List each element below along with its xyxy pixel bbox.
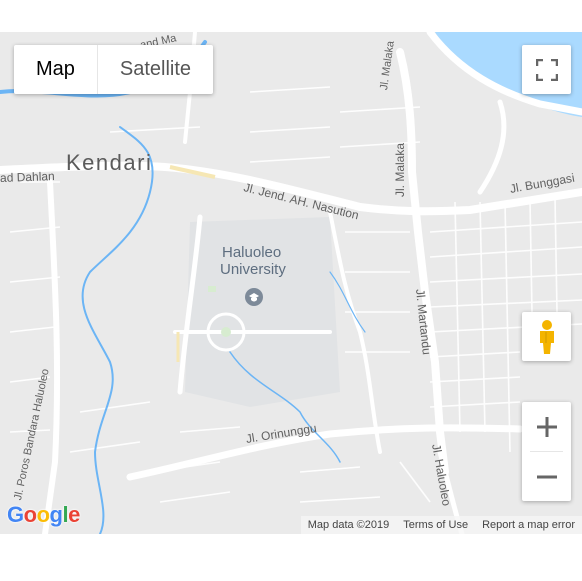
campus-green — [221, 327, 231, 337]
street-view-pegman-button[interactable] — [522, 312, 571, 361]
fullscreen-icon — [535, 58, 558, 81]
city-label: Kendari — [66, 150, 153, 175]
map-viewport[interactable]: Kendari Haluoleo University ad Dahlan an… — [0, 32, 582, 534]
zoom-control — [522, 402, 571, 501]
google-logo[interactable]: Google — [7, 502, 80, 528]
zoom-in-button[interactable] — [522, 402, 571, 451]
logo-letter: G — [7, 502, 24, 527]
map-type-satellite-button[interactable]: Satellite — [98, 45, 213, 94]
university-marker — [245, 288, 263, 306]
map-type-map-button[interactable]: Map — [14, 45, 97, 94]
zoom-out-icon — [536, 475, 557, 478]
fullscreen-button[interactable] — [522, 45, 571, 94]
report-map-error-link[interactable]: Report a map error — [475, 519, 582, 531]
map-attribution-bar: Map data ©2019 Terms of Use Report a map… — [300, 516, 582, 534]
road-label-ahmad-dahlan: ad Dahlan — [0, 169, 55, 185]
map-type-control: Map Satellite — [14, 45, 214, 94]
map-canvas[interactable] — [0, 32, 582, 534]
pegman-icon — [539, 319, 554, 354]
park — [208, 286, 216, 292]
map-data-attribution: Map data ©2019 — [307, 519, 390, 531]
university-label-1: Haluoleo — [222, 244, 282, 261]
zoom-in-icon — [536, 416, 557, 437]
road-label-malaka: Jl. Malaka — [393, 142, 407, 197]
logo-letter: o — [36, 502, 50, 527]
logo-letter: g — [49, 502, 63, 527]
logo-letter: o — [23, 502, 37, 527]
logo-letter: e — [68, 502, 80, 527]
zoom-out-button[interactable] — [522, 452, 571, 501]
university-label-2: University — [220, 261, 286, 278]
terms-of-use-link[interactable]: Terms of Use — [396, 519, 475, 531]
